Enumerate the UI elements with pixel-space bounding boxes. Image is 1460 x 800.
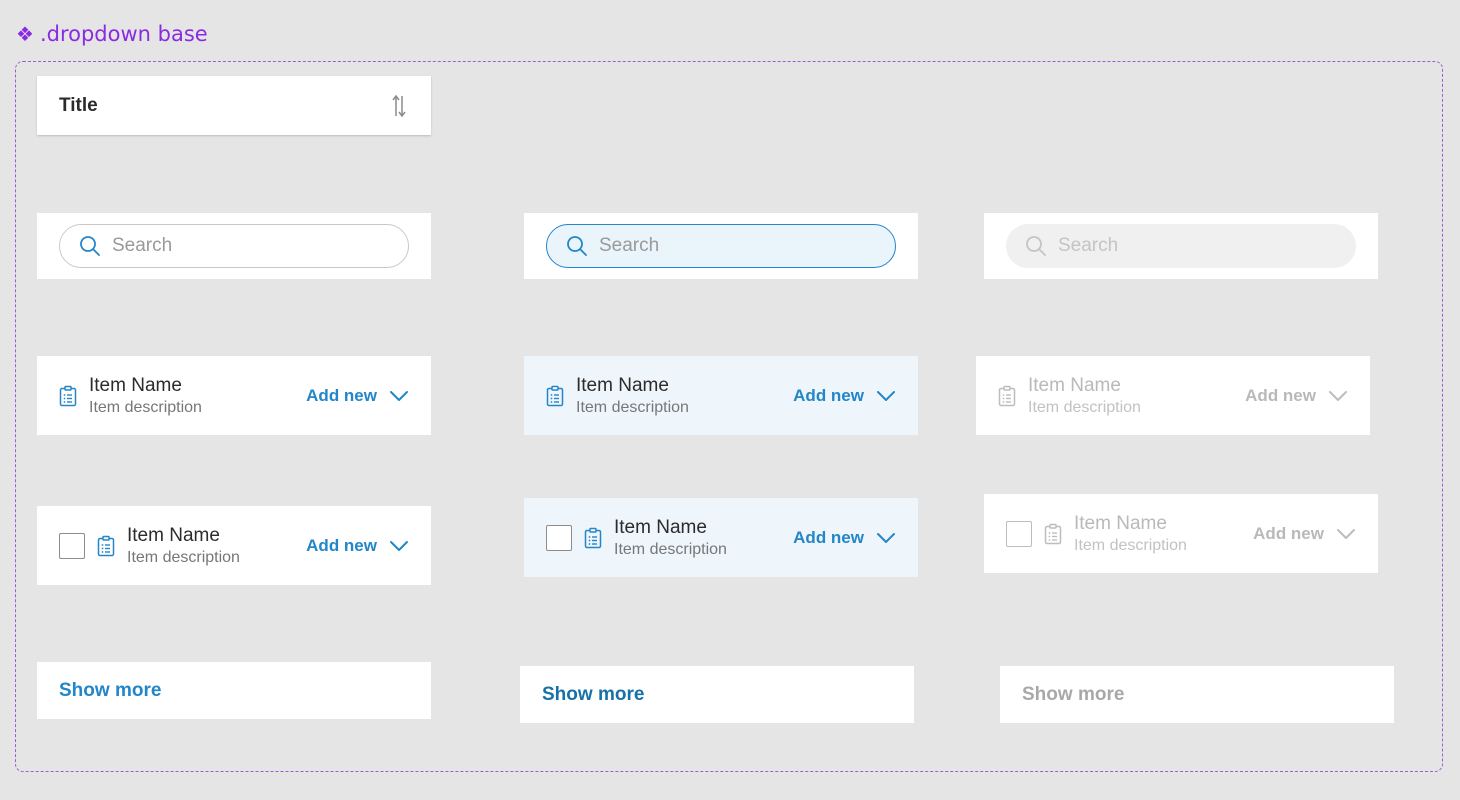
item-description: Item description [1074, 536, 1187, 554]
chevron-down-icon[interactable] [876, 390, 896, 402]
item-name: Item Name [1028, 374, 1121, 396]
chevron-down-icon[interactable] [389, 540, 409, 552]
show-more-link[interactable]: Show more [542, 684, 644, 706]
component-icon: ❖ [16, 22, 34, 46]
clipboard-list-icon [546, 385, 564, 407]
item-description: Item description [127, 548, 240, 566]
item-checkbox [1006, 520, 1032, 547]
dropdown-title: Title [59, 94, 98, 116]
item-name: Item Name [576, 374, 669, 396]
add-new-button: Add new [1245, 385, 1316, 405]
search-input[interactable]: Search [59, 224, 409, 268]
item-name: Item Name [614, 516, 707, 538]
add-new-button[interactable]: Add new [793, 386, 864, 406]
search-placeholder: Search [1058, 235, 1119, 256]
search-input[interactable]: Search [546, 224, 896, 268]
list-item-hover[interactable]: Item Name Item description Add new [524, 356, 918, 435]
chevron-down-icon[interactable] [876, 532, 896, 544]
show-more-row-disabled: Show more [1000, 666, 1394, 723]
item-text: Item Name Item description [1028, 375, 1245, 417]
chevron-down-icon [1336, 528, 1356, 540]
chevron-down-icon[interactable] [389, 390, 409, 402]
clipboard-list-icon [59, 385, 77, 407]
item-name: Item Name [1074, 512, 1167, 534]
item-description: Item description [1028, 398, 1141, 416]
chevron-down-icon [1328, 390, 1348, 402]
component-name: .dropdown base [39, 22, 208, 46]
search-icon [78, 234, 102, 258]
clipboard-list-icon [1044, 523, 1062, 545]
item-checkbox[interactable] [59, 532, 85, 559]
search-icon [1024, 234, 1048, 258]
search-row-default: Search [37, 213, 431, 279]
search-placeholder: Search [112, 235, 173, 256]
sort-arrows-icon[interactable] [389, 94, 409, 118]
add-new-button[interactable]: Add new [306, 536, 377, 556]
search-icon [565, 234, 589, 258]
item-text: Item Name Item description [614, 517, 793, 559]
list-item-checkbox-disabled: Item Name Item description Add new [984, 494, 1378, 573]
item-text: Item Name Item description [1074, 513, 1253, 555]
list-item-checkbox-hover[interactable]: Item Name Item description Add new [524, 498, 918, 577]
item-checkbox[interactable] [546, 524, 572, 551]
item-description: Item description [89, 398, 202, 416]
clipboard-list-icon [584, 527, 602, 549]
clipboard-list-icon [97, 535, 115, 557]
list-item-disabled: Item Name Item description Add new [976, 356, 1370, 435]
show-more-link: Show more [1022, 683, 1125, 705]
add-new-button[interactable]: Add new [306, 386, 377, 406]
search-row-disabled: Search [984, 213, 1378, 279]
list-item[interactable]: Item Name Item description Add new [37, 356, 431, 435]
item-description: Item description [576, 398, 689, 416]
add-new-button: Add new [1253, 523, 1324, 543]
item-name: Item Name [89, 374, 182, 396]
show-more-row: Show more [37, 662, 431, 719]
item-text: Item Name Item description [127, 525, 306, 567]
search-placeholder: Search [599, 235, 660, 256]
item-name: Item Name [127, 524, 220, 546]
dropdown-title-header[interactable]: Title [37, 76, 431, 135]
search-input: Search [1006, 224, 1356, 268]
show-more-link[interactable]: Show more [59, 680, 161, 702]
list-item-checkbox[interactable]: Item Name Item description Add new [37, 506, 431, 585]
search-row-active: Search [524, 213, 918, 279]
add-new-button[interactable]: Add new [793, 528, 864, 548]
component-frame-label: ❖ .dropdown base [16, 20, 208, 48]
item-text: Item Name Item description [576, 375, 793, 417]
show-more-row-pressed: Show more [520, 666, 914, 723]
clipboard-list-icon [998, 385, 1016, 407]
item-text: Item Name Item description [89, 375, 306, 417]
item-description: Item description [614, 540, 727, 558]
